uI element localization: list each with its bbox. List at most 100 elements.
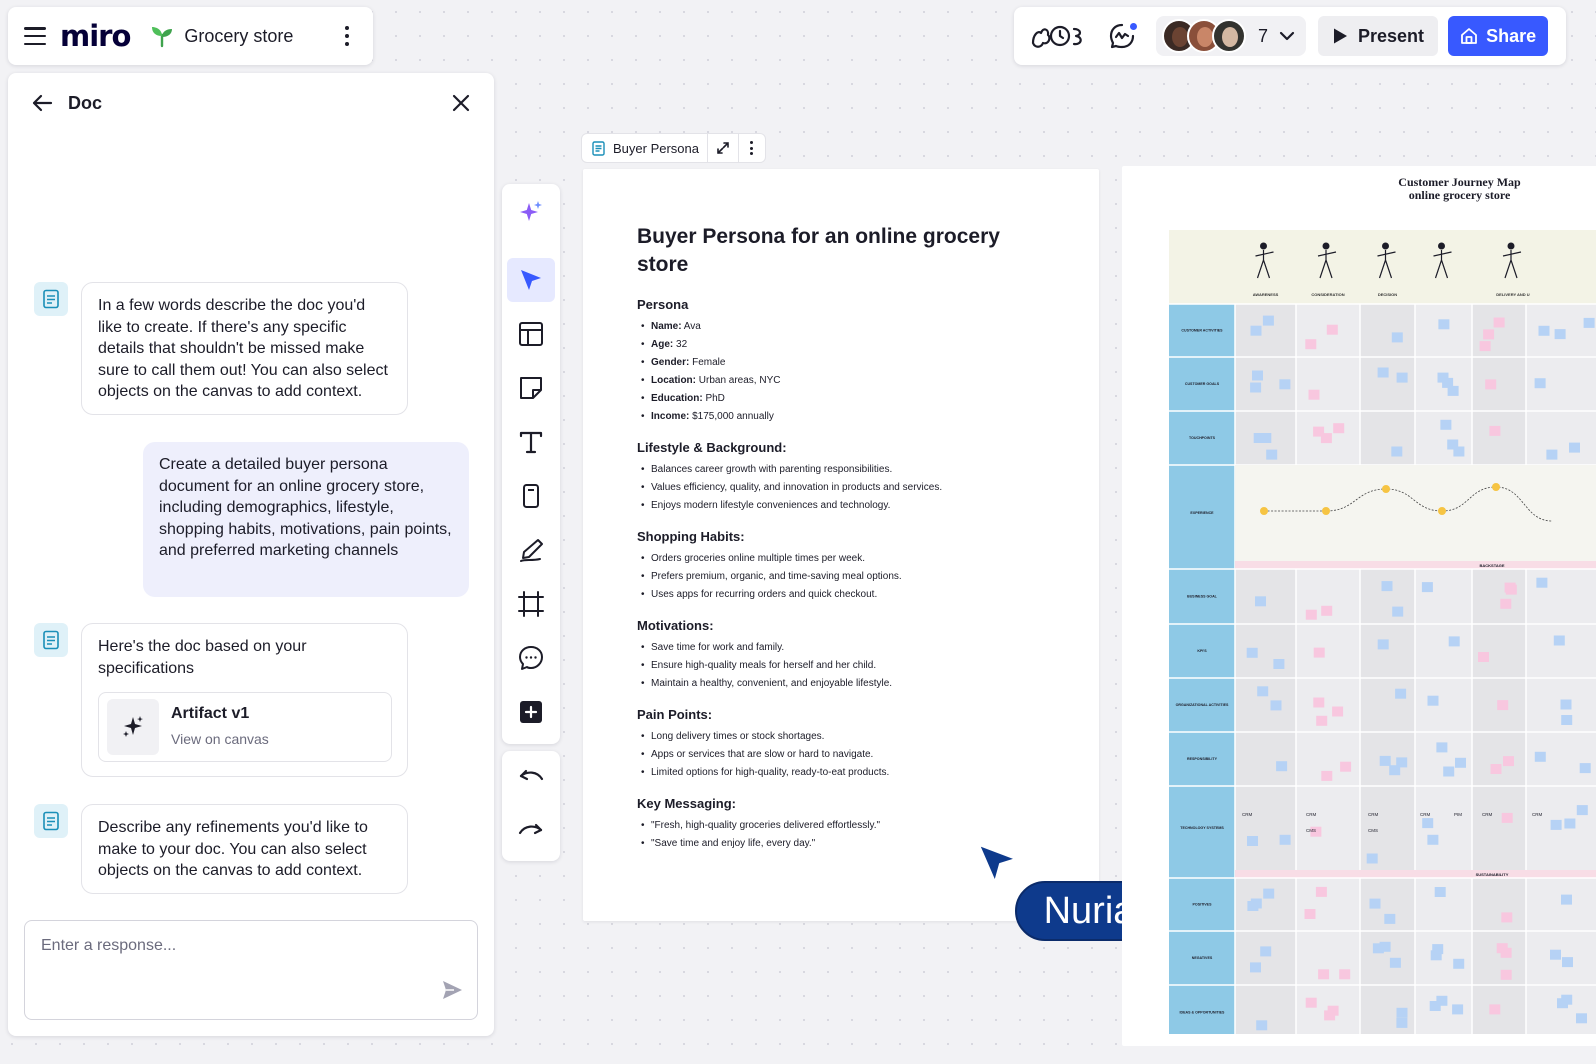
cursor-arrow-icon — [521, 270, 541, 290]
doc-icon — [592, 140, 605, 156]
expand-icon[interactable] — [716, 141, 730, 155]
tech-system-label: PIM — [1454, 812, 1462, 817]
pen-tool[interactable] — [507, 528, 555, 572]
sticky-note — [1279, 834, 1291, 845]
sticky-note — [1447, 385, 1459, 396]
doc-list-item: Ensure high-quality meals for herself an… — [637, 657, 1045, 675]
undo-icon — [519, 769, 544, 781]
board-name[interactable]: Grocery store — [184, 26, 337, 47]
sticky-note — [1250, 325, 1262, 336]
sticky-note — [1438, 319, 1450, 330]
tech-system-label: CRM — [1532, 812, 1542, 817]
sticky-note — [1447, 439, 1459, 450]
doc-frame-name: Buyer Persona — [613, 140, 699, 156]
stage-column — [1526, 304, 1596, 1034]
sticky-note — [1379, 755, 1391, 766]
more-apps-tool[interactable] — [507, 690, 555, 734]
sticky-note — [1560, 699, 1572, 710]
share-button[interactable]: Share — [1448, 16, 1549, 56]
board-options-icon[interactable] — [337, 26, 357, 46]
sticky-note — [1503, 756, 1514, 767]
collaborators-button[interactable]: 7 — [1156, 16, 1307, 56]
frame-tool[interactable] — [507, 582, 555, 626]
sticky-note — [1262, 315, 1274, 326]
doc-assistant-icon — [34, 804, 68, 838]
card-tool[interactable] — [507, 474, 555, 518]
doc-section-heading: Key Messaging: — [637, 796, 736, 811]
sticky-note — [1561, 894, 1572, 905]
doc-section-heading: Persona — [637, 297, 689, 312]
back-arrow-icon[interactable] — [30, 91, 54, 115]
collaborator-avatar — [1212, 19, 1246, 53]
emotion-emoji — [1260, 507, 1268, 515]
doc-section-heading: Motivations: — [637, 618, 714, 633]
stage-label: DECISION — [1378, 292, 1397, 297]
doc-options-icon[interactable] — [747, 141, 755, 155]
doc-frame-label[interactable]: Buyer Persona — [581, 133, 766, 163]
sticky-note — [1421, 582, 1433, 593]
reactions-timer-icon[interactable] — [1028, 16, 1086, 56]
sticky-note — [1579, 763, 1591, 774]
customer-journey-map-board[interactable]: Customer Journey Map online grocery stor… — [1122, 166, 1596, 1046]
sticky-note-tool[interactable] — [507, 366, 555, 410]
doc-list-item: Apps or services that are slow or hard t… — [637, 746, 1045, 764]
doc-assistant-panel: Doc In a few words describe the doc you'… — [8, 73, 494, 1036]
artifact-card[interactable]: Artifact v1 View on canvas — [98, 692, 392, 762]
play-icon — [1334, 28, 1348, 44]
sticky-note — [1553, 635, 1565, 646]
doc-list-item: Gender: Female — [637, 354, 1045, 372]
comment-tool[interactable] — [507, 636, 555, 680]
stage-column — [1415, 304, 1472, 1034]
stage-column — [1235, 304, 1296, 1034]
sticky-note — [1583, 317, 1595, 328]
sticky-note — [1500, 598, 1512, 609]
row-label: ORGANIZATIONAL ACTIVITIES — [1176, 703, 1229, 707]
tech-system-label: CRM — [1420, 812, 1430, 817]
comment-icon — [519, 646, 543, 670]
response-input-box[interactable] — [24, 920, 478, 1020]
sticky-note — [1497, 700, 1509, 711]
row-label: EXPERIENCE — [1190, 511, 1214, 515]
miro-logo[interactable]: miro — [60, 19, 131, 53]
present-button[interactable]: Present — [1318, 16, 1439, 56]
sticky-note — [1384, 913, 1396, 924]
templates-tool[interactable] — [507, 312, 555, 356]
sticky-note — [1452, 1004, 1464, 1015]
artifact-subtitle[interactable]: View on canvas — [171, 729, 269, 751]
assistant-message: Describe any refinements you'd like to m… — [81, 804, 408, 894]
sticky-note — [1313, 426, 1325, 437]
sticky-note — [1389, 957, 1401, 968]
doc-list-item: Long delivery times or stock shortages. — [637, 728, 1045, 746]
send-icon[interactable] — [441, 979, 463, 1001]
sticky-note — [1396, 1007, 1408, 1018]
sticky-note — [1501, 912, 1513, 923]
sticky-note — [1429, 1001, 1441, 1011]
menu-icon[interactable] — [24, 27, 46, 45]
buyer-persona-doc[interactable]: Buyer Persona for an online grocery stor… — [583, 169, 1099, 921]
sticky-note — [1321, 605, 1333, 616]
emotion-emoji — [1438, 507, 1446, 515]
ai-sparkle-tool[interactable] — [507, 190, 555, 234]
sticky-note — [1550, 819, 1562, 830]
sticky-note — [1440, 419, 1452, 430]
comments-activity-icon[interactable] — [1102, 16, 1142, 56]
sticky-note — [1255, 596, 1266, 607]
redo-button[interactable] — [507, 811, 555, 855]
select-tool[interactable] — [507, 258, 555, 302]
response-input[interactable] — [41, 937, 421, 955]
sticky-note — [1340, 761, 1352, 772]
sticky-note — [1564, 818, 1576, 829]
sticky-note — [1366, 853, 1378, 864]
undo-button[interactable] — [507, 757, 555, 801]
sticky-note — [1279, 379, 1291, 390]
close-icon[interactable] — [450, 92, 472, 114]
sticky-note — [1546, 449, 1558, 460]
sticky-note-icon — [520, 377, 542, 399]
chevron-down-icon — [1279, 31, 1295, 41]
doc-section-heading: Shopping Habits: — [637, 529, 745, 544]
sticky-note — [1427, 834, 1439, 845]
emotion-emoji — [1322, 507, 1330, 515]
text-tool[interactable] — [507, 420, 555, 464]
sticky-note — [1321, 770, 1333, 781]
sticky-note — [1257, 686, 1269, 697]
